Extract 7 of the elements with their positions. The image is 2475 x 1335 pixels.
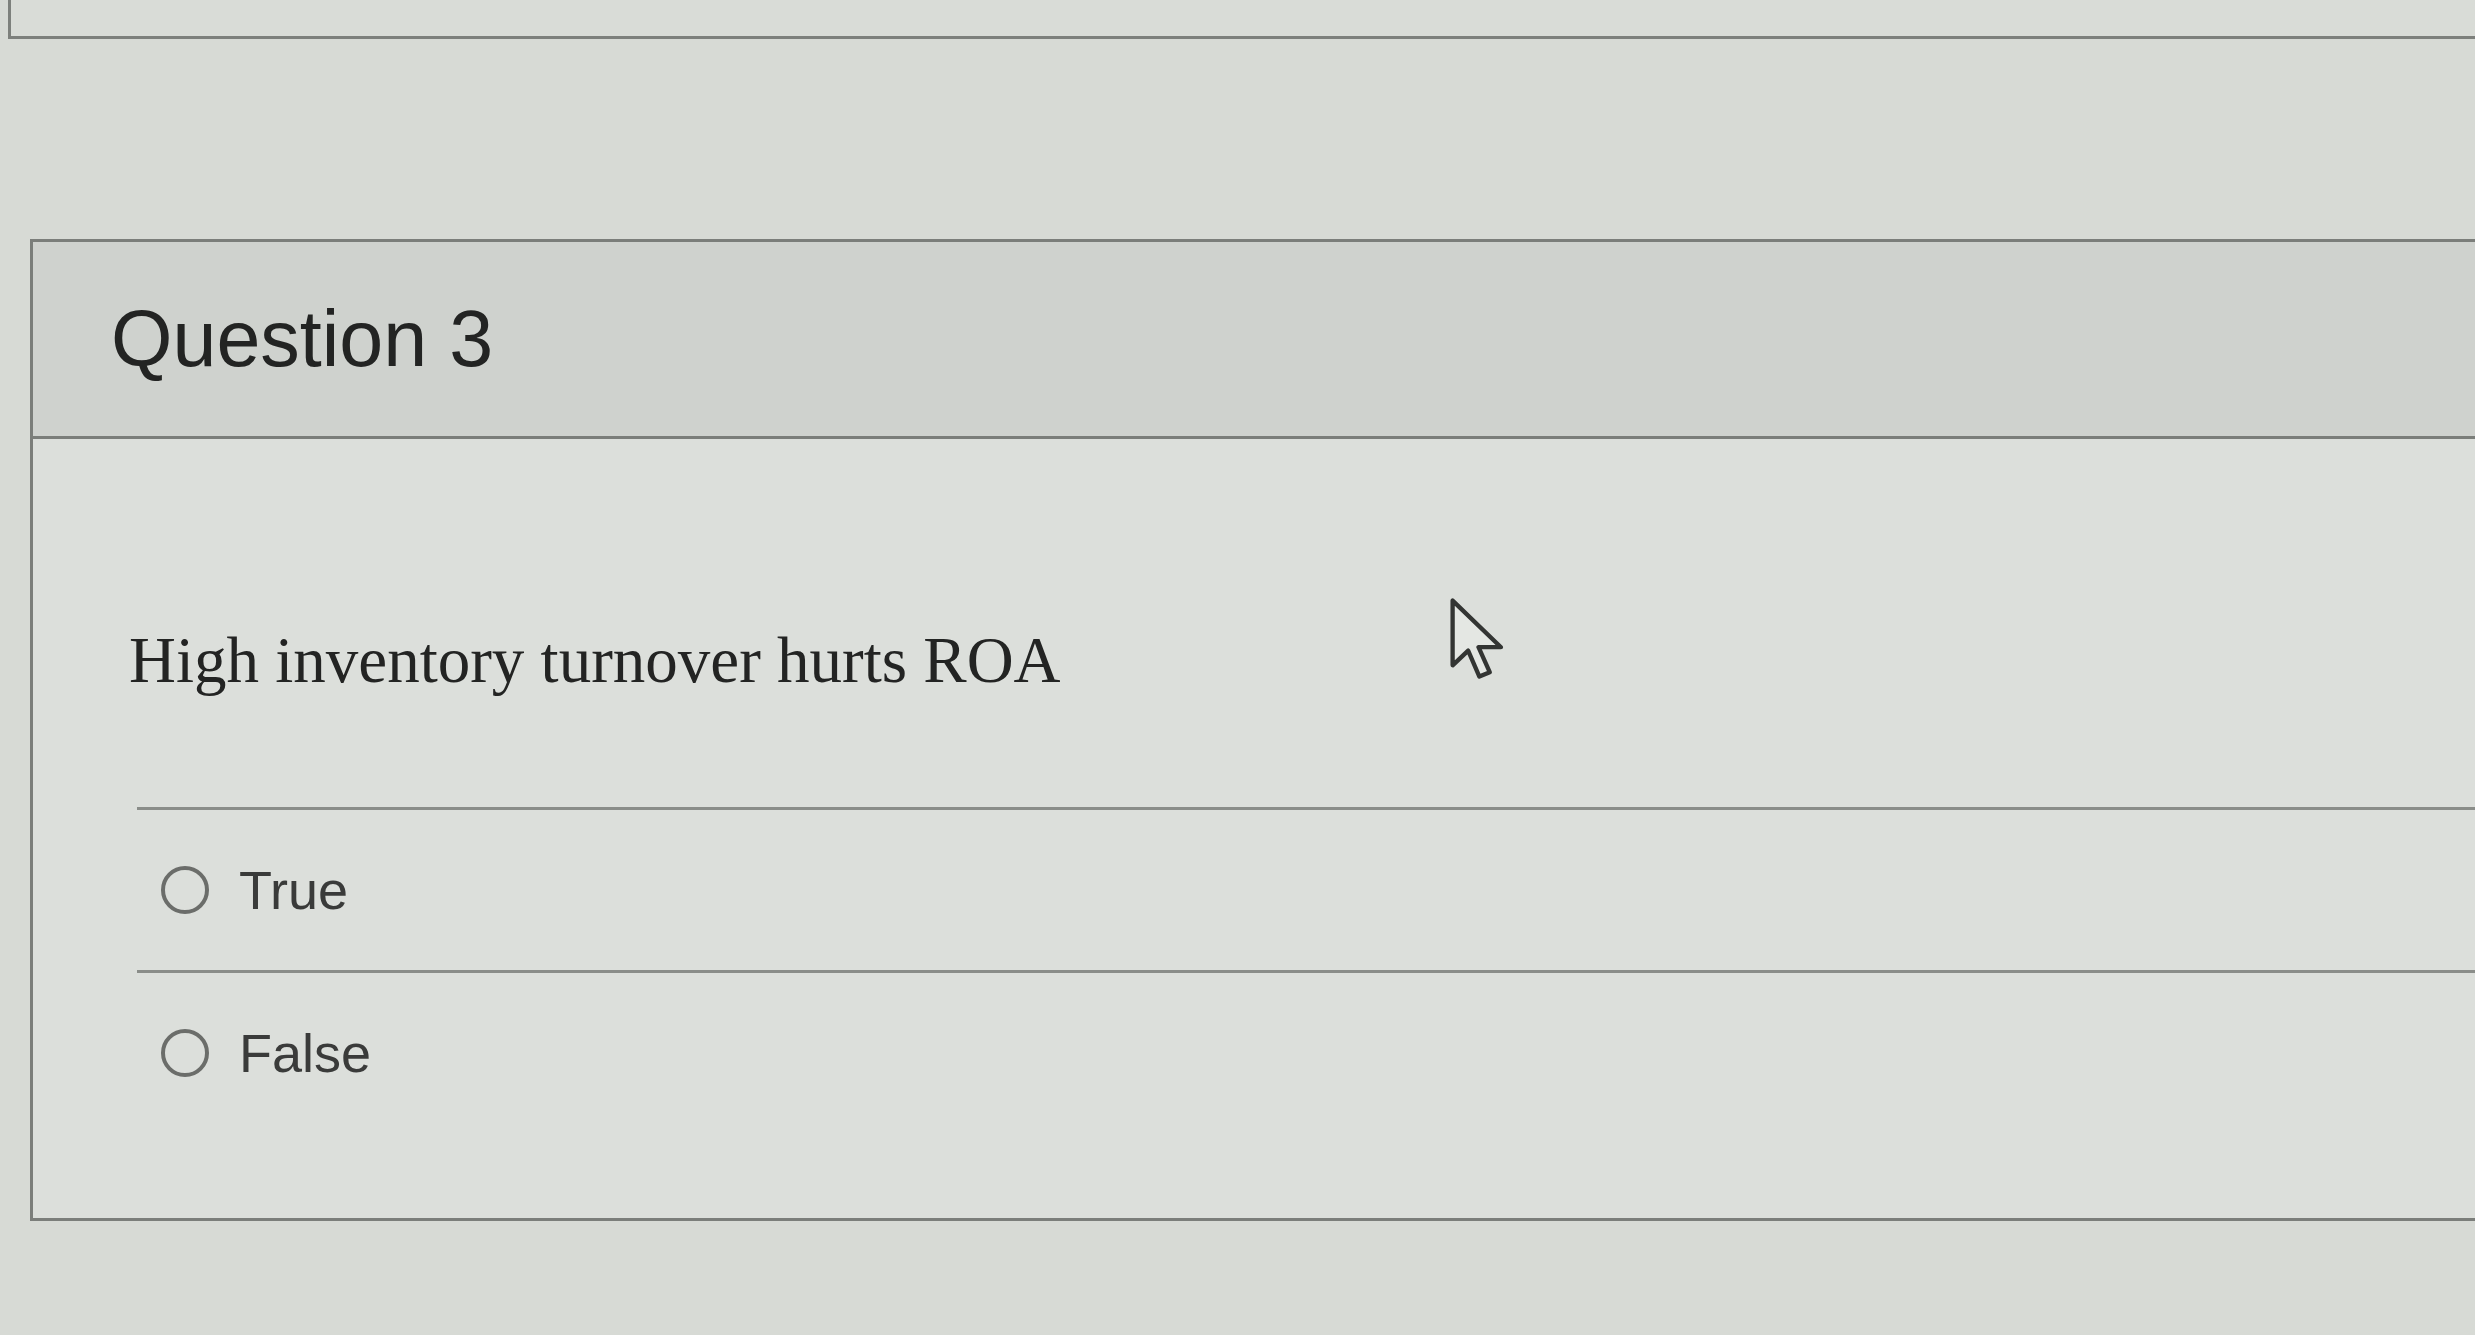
option-label[interactable]: False — [239, 1021, 372, 1085]
radio-button[interactable] — [161, 866, 209, 914]
arrow-cursor-icon — [1450, 598, 1504, 680]
question-text: High inventory turnover hurts ROA — [129, 623, 1061, 697]
option-label[interactable]: True — [239, 858, 349, 922]
radio-button[interactable] — [161, 1029, 209, 1077]
question-title: Question 3 — [111, 294, 494, 384]
